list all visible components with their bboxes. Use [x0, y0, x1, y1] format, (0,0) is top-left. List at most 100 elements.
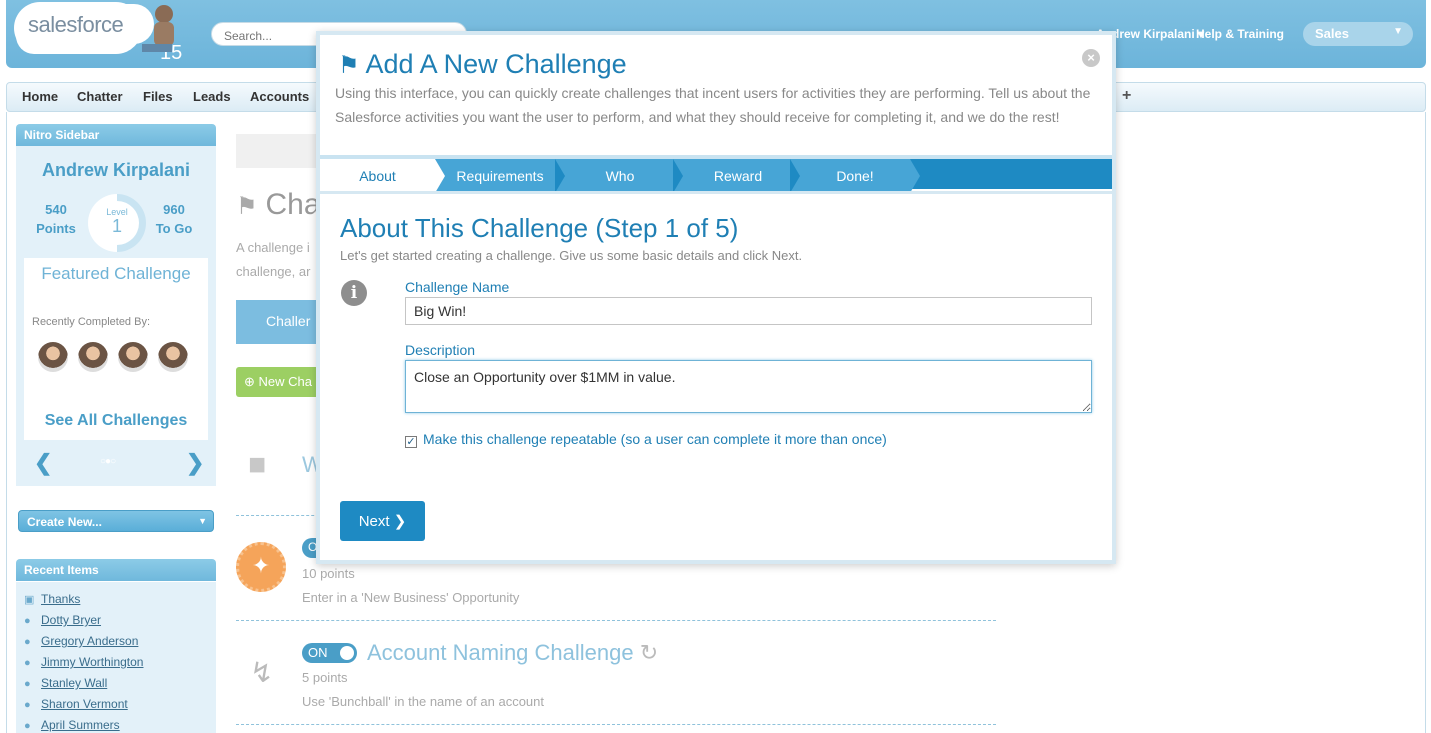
points-value: 540 — [45, 202, 67, 217]
step-separator — [435, 159, 445, 193]
page-title: ⚑ Cha — [236, 188, 321, 222]
plus-circle-icon: ⊕ — [244, 374, 255, 389]
avatar[interactable] — [158, 342, 188, 372]
modal-title-text: Add A New Challenge — [365, 49, 627, 79]
person-icon: ● — [24, 699, 31, 711]
to-go-value: 960 — [163, 202, 185, 217]
chevron-right-icon: ❯ — [393, 513, 407, 530]
avatar[interactable] — [38, 342, 68, 372]
person-icon: ● — [24, 615, 31, 627]
recent-item[interactable]: ● Jimmy Worthington — [24, 655, 143, 669]
step-reward[interactable]: Reward — [683, 159, 793, 193]
challenge-description: Enter in a 'New Business' Opportunity — [302, 590, 520, 605]
next-button-label: Next — [358, 513, 390, 530]
person-icon: ● — [24, 636, 31, 648]
page-intro-line: A challenge i — [236, 240, 310, 255]
recent-item[interactable]: ● Dotty Bryer — [24, 613, 101, 627]
step-done[interactable]: Done! — [800, 159, 910, 193]
avatar[interactable] — [78, 342, 108, 372]
recent-item[interactable]: ● Stanley Wall — [24, 676, 107, 690]
repeat-icon: ↻ — [639, 640, 659, 665]
lightning-icon: ↯ — [250, 657, 274, 688]
challenge-badge-icon: ✦ — [236, 542, 286, 592]
flag-icon: ⚑ — [338, 52, 360, 79]
step-separator — [790, 159, 800, 193]
recent-item-label: Stanley Wall — [41, 676, 108, 690]
description-textarea[interactable]: Close an Opportunity over $1MM in value. — [405, 360, 1092, 413]
points-stat: 540 Points — [26, 200, 86, 238]
step-separator — [910, 159, 920, 193]
next-button[interactable]: Next ❯ — [340, 501, 425, 541]
step-heading: About This Challenge (Step 1 of 5) — [340, 213, 739, 243]
chevron-right-icon[interactable]: ❯ — [186, 450, 204, 476]
carousel-dots: ○●○ — [100, 456, 116, 467]
nitro-user-name[interactable]: Andrew Kirpalani — [16, 160, 216, 181]
challenge-name[interactable]: Account Naming Challenge ↻ — [367, 640, 658, 666]
recent-item[interactable]: ▣ Thanks — [24, 592, 80, 606]
page-intro: A challenge i challenge, ar — [236, 236, 326, 284]
recent-items-panel: ▣ Thanks ● Dotty Bryer ● Gregory Anderson ●… — [16, 582, 216, 733]
divider — [320, 191, 1112, 194]
logo-text: salesforce — [28, 12, 124, 37]
tab-files[interactable]: Files — [143, 89, 173, 104]
repeatable-label: Make this challenge repeatable (so a use… — [423, 431, 887, 447]
recent-item[interactable]: ● Gregory Anderson — [24, 634, 138, 648]
chevron-down-icon: ▼ — [198, 516, 207, 526]
wizard-steps: About Requirements Who Reward Done! — [320, 155, 1112, 193]
step-about[interactable]: About — [320, 159, 435, 193]
person-icon: ● — [24, 678, 31, 690]
step-separator — [673, 159, 683, 193]
challenge-name-input[interactable] — [405, 297, 1092, 325]
nitro-sidebar: Andrew Kirpalani 540 Points Level 1 960 … — [16, 146, 216, 486]
create-new-dropdown[interactable]: Create New... ▼ — [18, 510, 214, 532]
recently-completed-label: Recently Completed By: — [32, 316, 150, 328]
close-icon[interactable]: × — [1082, 49, 1100, 67]
help-training-link[interactable]: Help & Training — [1196, 27, 1284, 41]
recent-item[interactable]: ● April Summers — [24, 718, 120, 732]
challenge-name-label: Challenge Name — [405, 279, 510, 295]
points-label: Points — [36, 221, 76, 236]
create-new-label: Create New... — [27, 515, 102, 529]
featured-title: Featured Challenge — [41, 264, 191, 283]
see-all-challenges-link[interactable]: See All Challenges — [24, 412, 208, 430]
modal-intro: Using this interface, you can quickly cr… — [335, 85, 1091, 125]
recent-item[interactable]: ● Sharon Vermont — [24, 697, 128, 711]
divider — [236, 724, 996, 725]
to-go-stat: 960 To Go — [144, 200, 204, 238]
step-subheading: Let's get started creating a challenge. … — [340, 248, 803, 263]
level-value: 1 — [111, 216, 122, 236]
to-go-label: To Go — [155, 221, 193, 236]
chevron-down-icon: ▼ — [1393, 26, 1403, 37]
repeatable-checkbox[interactable]: ✓ — [405, 436, 417, 448]
repeatable-checkbox-row[interactable]: ✓ Make this challenge repeatable (so a us… — [405, 431, 887, 448]
challenge-description: Use 'Bunchball' in the name of an accoun… — [302, 694, 545, 709]
person-icon: ● — [24, 657, 31, 669]
challenges-tab[interactable]: Challer — [236, 300, 326, 344]
new-challenge-button[interactable]: ⊕ New Cha — [236, 367, 326, 397]
recent-item-label: Sharon Vermont — [41, 697, 128, 711]
step-requirements[interactable]: Requirements — [445, 159, 555, 193]
chevron-left-icon[interactable]: ❮ — [34, 450, 52, 476]
tab-leads[interactable]: Leads — [193, 89, 231, 104]
level-label: Level — [106, 207, 128, 217]
tab-home[interactable]: Home — [22, 89, 58, 104]
featured-challenge-card: Featured Challenge Recently Completed By… — [24, 258, 208, 440]
tab-accounts[interactable]: Accounts — [250, 89, 309, 104]
info-icon: i — [341, 280, 367, 306]
page-title-text: Cha — [265, 188, 321, 221]
level-ring: Level 1 — [88, 194, 146, 252]
step-who[interactable]: Who — [565, 159, 675, 193]
breadcrumb-strip — [236, 134, 326, 168]
add-tab-icon[interactable]: + — [1122, 87, 1131, 105]
avatar[interactable] — [118, 342, 148, 372]
tab-chatter[interactable]: Chatter — [77, 89, 123, 104]
toggle-label: ON — [308, 645, 328, 660]
person-icon: ● — [24, 720, 31, 732]
app-selector[interactable]: Sales ▼ — [1303, 22, 1413, 46]
challenge-toggle[interactable]: ON — [302, 643, 357, 663]
new-challenge-label: New Cha — [258, 374, 312, 389]
page-intro-line: challenge, ar — [236, 264, 311, 279]
add-challenge-modal: × ⚑ Add A New Challenge Using this interf… — [316, 31, 1116, 564]
challenge-points: 10 points — [302, 566, 355, 581]
recent-item-label: Dotty Bryer — [41, 613, 102, 627]
